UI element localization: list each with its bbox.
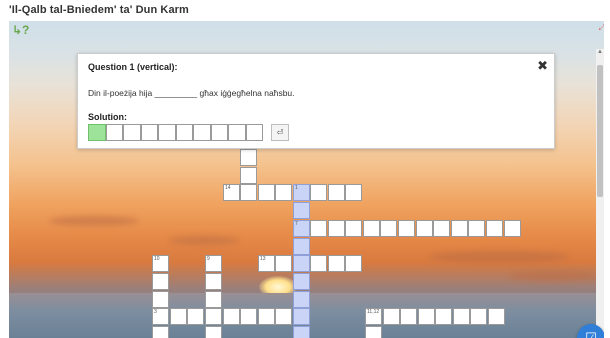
question-popup: Question 1 (vertical): ✖ Din il-poeżija … bbox=[77, 53, 555, 149]
check-icon: ☑ bbox=[585, 330, 597, 338]
crossword-cell-selected[interactable] bbox=[293, 308, 310, 325]
submit-answer-button[interactable]: ⏎ bbox=[271, 124, 289, 141]
crossword-cell[interactable] bbox=[470, 308, 487, 325]
crossword-cell[interactable] bbox=[205, 326, 222, 338]
solution-letter-input[interactable] bbox=[210, 124, 228, 141]
crossword-cell[interactable] bbox=[327, 220, 345, 237]
close-icon[interactable]: ✖ bbox=[537, 58, 548, 74]
crossword-cell-selected[interactable] bbox=[293, 326, 310, 338]
crossword-cell[interactable] bbox=[187, 308, 204, 325]
cell-number: 7 bbox=[295, 221, 298, 227]
enter-icon: ⏎ bbox=[276, 128, 284, 137]
crossword-cell-selected[interactable]: 7 bbox=[293, 220, 310, 237]
cloud bbox=[509, 271, 599, 281]
crossword-cell-selected[interactable] bbox=[293, 255, 310, 272]
crossword-cell[interactable] bbox=[398, 220, 415, 237]
crossword-cell[interactable] bbox=[453, 308, 470, 325]
crossword-cell[interactable] bbox=[488, 308, 505, 325]
crossword-cell[interactable] bbox=[435, 308, 452, 325]
crossword-cell[interactable] bbox=[310, 220, 327, 237]
cell-number: 13 bbox=[260, 256, 266, 262]
crossword-cell[interactable] bbox=[152, 291, 169, 308]
cloud bbox=[49, 216, 139, 226]
crossword-cell[interactable] bbox=[205, 308, 222, 325]
page-title: 'Il-Qalb tal-Bniedem' ta' Dun Karm bbox=[9, 4, 189, 16]
crossword-cell[interactable] bbox=[362, 220, 380, 237]
crossword-cell[interactable] bbox=[328, 255, 345, 272]
crossword-cell[interactable] bbox=[328, 184, 345, 201]
crossword-cell[interactable] bbox=[345, 220, 363, 237]
hint-icon[interactable]: ↳? bbox=[12, 23, 29, 37]
crossword-cell[interactable] bbox=[365, 326, 382, 338]
solution-letter-input[interactable] bbox=[193, 124, 211, 141]
solution-letter-input[interactable] bbox=[175, 124, 193, 141]
crossword-cell[interactable] bbox=[450, 220, 468, 237]
cloud bbox=[429, 251, 569, 263]
cell-number: 1 bbox=[295, 185, 298, 191]
crossword-cell[interactable] bbox=[310, 184, 327, 201]
crossword-cell-selected[interactable] bbox=[293, 273, 310, 290]
crossword-cell[interactable] bbox=[170, 308, 187, 325]
question-title: Question 1 (vertical): bbox=[88, 62, 178, 72]
crossword-cell[interactable] bbox=[223, 308, 240, 325]
crossword-cell[interactable]: 14 bbox=[223, 184, 240, 201]
crossword-cell[interactable] bbox=[152, 273, 169, 290]
crossword-cell-selected[interactable] bbox=[293, 202, 310, 219]
cell-number: 3 bbox=[154, 309, 157, 315]
crossword-cell[interactable] bbox=[258, 308, 275, 325]
crossword-cell[interactable] bbox=[240, 308, 257, 325]
crossword-cell[interactable] bbox=[258, 184, 275, 201]
crossword-cell[interactable]: 13 bbox=[258, 255, 275, 272]
crossword-cell[interactable] bbox=[275, 255, 292, 272]
crossword-stage: ↳? ⤢ ▲ ▼ 14 1 7 13 10 9 3 bbox=[9, 21, 604, 338]
crossword-cell[interactable] bbox=[345, 255, 362, 272]
crossword-cell[interactable] bbox=[345, 184, 362, 201]
crossword-cell[interactable] bbox=[486, 220, 503, 237]
solution-label: Solution: bbox=[88, 112, 127, 122]
crossword-cell[interactable] bbox=[275, 308, 292, 325]
crossword-cell-selected[interactable]: 1 bbox=[293, 184, 310, 201]
solution-letter-input[interactable] bbox=[88, 124, 106, 141]
solution-letter-input[interactable] bbox=[245, 124, 263, 141]
solution-letter-input[interactable] bbox=[228, 124, 246, 141]
crossword-cell[interactable] bbox=[205, 291, 222, 308]
cell-number: 10 bbox=[154, 256, 160, 262]
crossword-cell[interactable]: 3 bbox=[152, 308, 169, 325]
crossword-cell[interactable]: 9 bbox=[205, 255, 222, 272]
cell-number: 11,12 bbox=[367, 309, 380, 315]
expand-icon[interactable]: ⤢ bbox=[599, 23, 604, 33]
scroll-thumb[interactable] bbox=[597, 65, 603, 197]
solution-letter-input[interactable] bbox=[123, 124, 141, 141]
crossword-cell[interactable] bbox=[310, 255, 327, 272]
crossword-cell[interactable]: 10 bbox=[152, 255, 169, 272]
cell-number: 14 bbox=[225, 185, 231, 191]
scroll-up-icon[interactable]: ▲ bbox=[596, 49, 604, 55]
question-clue: Din il-poeżija hija _________ għax iġġeg… bbox=[88, 88, 295, 98]
crossword-cell[interactable] bbox=[415, 220, 433, 237]
solution-letter-input[interactable] bbox=[158, 124, 176, 141]
crossword-cell[interactable] bbox=[240, 149, 257, 166]
crossword-cell[interactable] bbox=[468, 220, 486, 237]
scrollbar[interactable]: ▲ ▼ bbox=[596, 49, 604, 338]
crossword-cell-selected[interactable] bbox=[293, 238, 310, 255]
crossword-cell[interactable] bbox=[380, 220, 398, 237]
crossword-cell[interactable] bbox=[275, 184, 292, 201]
crossword-cell[interactable] bbox=[240, 167, 257, 184]
crossword-cell-selected[interactable] bbox=[293, 291, 310, 308]
cell-number: 9 bbox=[207, 256, 210, 262]
solution-input-row: ⏎ bbox=[88, 124, 289, 141]
solution-letter-input[interactable] bbox=[105, 124, 123, 141]
crossword-cell[interactable] bbox=[503, 220, 521, 237]
crossword-cell[interactable] bbox=[400, 308, 417, 325]
solution-letter-input[interactable] bbox=[140, 124, 158, 141]
crossword-cell[interactable] bbox=[418, 308, 435, 325]
crossword-cell[interactable] bbox=[152, 326, 169, 338]
crossword-cell[interactable]: 11,12 bbox=[365, 308, 382, 325]
crossword-cell[interactable] bbox=[240, 184, 257, 201]
crossword-cell[interactable] bbox=[433, 220, 451, 237]
cloud bbox=[169, 236, 239, 245]
crossword-cell[interactable] bbox=[205, 273, 222, 290]
crossword-cell[interactable] bbox=[383, 308, 400, 325]
